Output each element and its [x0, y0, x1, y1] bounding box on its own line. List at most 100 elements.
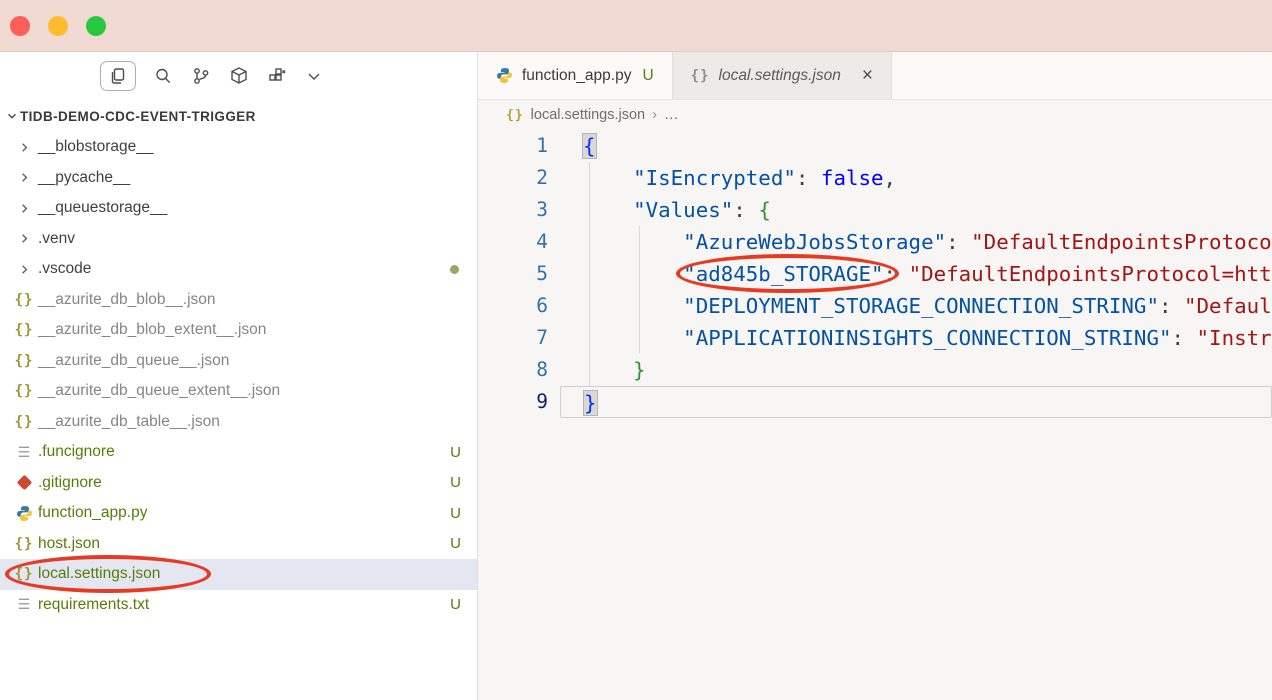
json-file-icon: {} — [12, 566, 36, 582]
code-line-3: 3 "Values": { — [478, 194, 1272, 226]
minimize-window-button[interactable] — [48, 16, 68, 36]
file-name: __azurite_db_table__.json — [38, 413, 220, 431]
tree-item-vscode[interactable]: .vscode — [0, 254, 477, 285]
tree-root-folder[interactable]: TIDB-DEMO-CDC-EVENT-TRIGGER — [0, 100, 477, 132]
modified-dot-badge — [450, 265, 459, 274]
breadcrumb: {} local.settings.json › … — [478, 100, 1272, 130]
file-name: __azurite_db_blob_extent__.json — [38, 321, 266, 339]
code-line-5: 5 "ad845b_STORAGE": "DefaultEndpointsPro… — [478, 258, 1272, 290]
close-window-button[interactable] — [10, 16, 30, 36]
code-line-content[interactable]: } — [560, 386, 1272, 418]
package-icon[interactable] — [228, 65, 250, 87]
tree-item-gitignore[interactable]: .gitignore U — [0, 468, 477, 499]
code-line-content[interactable]: "DEPLOYMENT_STORAGE_CONNECTION_STRING": … — [560, 290, 1272, 322]
tree-item-funcignore[interactable]: ☰.funcignoreU — [0, 437, 477, 468]
line-number: 3 — [478, 194, 560, 226]
file-name: local.settings.json — [38, 565, 160, 583]
code-line-content[interactable]: } — [560, 354, 1272, 386]
vscode-window: TIDB-DEMO-CDC-EVENT-TRIGGER __blobstorag… — [0, 0, 1272, 700]
json-icon: {} — [506, 108, 524, 123]
main-area: TIDB-DEMO-CDC-EVENT-TRIGGER __blobstorag… — [0, 52, 1272, 700]
file-name: __azurite_db_queue__.json — [38, 352, 229, 370]
chevron-right-icon — [12, 201, 36, 216]
file-name: .vscode — [38, 260, 91, 278]
line-number: 8 — [478, 354, 560, 386]
json-file-icon: {} — [12, 536, 36, 552]
chevron-down-icon[interactable] — [304, 66, 324, 86]
tree-item-venv[interactable]: .venv — [0, 224, 477, 255]
git-status-badge: U — [450, 474, 461, 491]
tree-item-queuestorage[interactable]: __queuestorage__ — [0, 193, 477, 224]
tree-item-azurite-db-queue-json[interactable]: {}__azurite_db_queue__.json — [0, 346, 477, 377]
tree-item-azurite-db-queue-extent-json[interactable]: {}__azurite_db_queue_extent__.json — [0, 376, 477, 407]
breadcrumb-separator: › — [652, 107, 657, 123]
file-name: .venv — [38, 230, 75, 248]
json-file-icon: {} — [12, 292, 36, 308]
code-editor[interactable]: 1{2 "IsEncrypted": false,3 "Values": {4 … — [478, 130, 1272, 700]
chevron-right-icon — [12, 170, 36, 185]
tree-item-azurite-db-blob-json[interactable]: {}__azurite_db_blob__.json — [0, 285, 477, 316]
json-file-icon: {} — [12, 353, 36, 369]
tree-item-host-json[interactable]: {}host.json U — [0, 529, 477, 560]
code-line-content[interactable]: "AzureWebJobsStorage": "DefaultEndpoints… — [560, 226, 1272, 258]
line-number: 7 — [478, 322, 560, 354]
file-name: host.json — [38, 535, 100, 553]
chevron-right-icon — [12, 262, 36, 277]
chevron-right-icon — [12, 140, 36, 155]
code-line-content[interactable]: "ad845b_STORAGE": "DefaultEndpointsProto… — [560, 258, 1272, 290]
tab-local-settings-json[interactable]: {} local.settings.json × — [673, 52, 892, 99]
file-name: requirements.txt — [38, 596, 149, 614]
file-name: __pycache__ — [38, 169, 130, 187]
tree-item-blobstorage[interactable]: __blobstorage__ — [0, 132, 477, 163]
file-tree: TIDB-DEMO-CDC-EVENT-TRIGGER __blobstorag… — [0, 100, 477, 700]
line-number: 5 — [478, 258, 560, 290]
source-control-icon[interactable] — [190, 65, 212, 87]
tree-item-azurite-db-blob-extent-json[interactable]: {}__azurite_db_blob_extent__.json — [0, 315, 477, 346]
file-name: .funcignore — [38, 443, 115, 461]
breadcrumb-more[interactable]: … — [664, 107, 679, 123]
git-status-badge: U — [642, 67, 653, 85]
code-line-2: 2 "IsEncrypted": false, — [478, 162, 1272, 194]
file-name: __blobstorage__ — [38, 138, 154, 156]
line-number: 9 — [478, 386, 560, 418]
chevron-right-icon — [12, 231, 36, 246]
code-line-content[interactable]: { — [560, 130, 1272, 162]
tree-item-function-app-py[interactable]: function_app.pyU — [0, 498, 477, 529]
tree-item-pycache[interactable]: __pycache__ — [0, 163, 477, 194]
code-line-content[interactable]: "APPLICATIONINSIGHTS_CONNECTION_STRING":… — [560, 322, 1272, 354]
lines-file-icon: ☰ — [12, 596, 36, 613]
editor-area: function_app.py U {} local.settings.json × {… — [478, 52, 1272, 700]
close-icon[interactable]: × — [862, 66, 873, 85]
tree-item-requirements-txt[interactable]: ☰requirements.txtU — [0, 590, 477, 621]
lines-file-icon: ☰ — [12, 444, 36, 461]
extensions-icon[interactable] — [266, 65, 288, 87]
tab-bar: function_app.py U {} local.settings.json × — [478, 52, 1272, 100]
tab-label: function_app.py — [522, 67, 631, 85]
code-line-1: 1{ — [478, 130, 1272, 162]
code-line-content[interactable]: "Values": { — [560, 194, 1272, 226]
json-file-icon: {} — [12, 414, 36, 430]
code-line-content[interactable]: "IsEncrypted": false, — [560, 162, 1272, 194]
line-number: 2 — [478, 162, 560, 194]
tab-function-app-py[interactable]: function_app.py U — [478, 52, 673, 99]
tab-label: local.settings.json — [719, 67, 841, 85]
tree-item-azurite-db-table-json[interactable]: {}__azurite_db_table__.json — [0, 407, 477, 438]
code-line-4: 4 "AzureWebJobsStorage": "DefaultEndpoin… — [478, 226, 1272, 258]
pages-icon[interactable] — [100, 61, 136, 91]
json-icon: {} — [691, 67, 710, 85]
breadcrumb-file[interactable]: local.settings.json — [531, 107, 645, 123]
file-name: __queuestorage__ — [38, 199, 167, 217]
line-number: 4 — [478, 226, 560, 258]
zoom-window-button[interactable] — [86, 16, 106, 36]
git-status-badge: U — [450, 505, 461, 522]
tree-item-local-settings-json[interactable]: {}local.settings.json — [0, 559, 477, 590]
search-icon[interactable] — [152, 65, 174, 87]
python-icon — [496, 67, 513, 84]
root-folder-label: TIDB-DEMO-CDC-EVENT-TRIGGER — [20, 109, 256, 124]
line-number: 1 — [478, 130, 560, 162]
code-line-7: 7 "APPLICATIONINSIGHTS_CONNECTION_STRING… — [478, 322, 1272, 354]
line-number: 6 — [478, 290, 560, 322]
git-status-badge: U — [450, 535, 461, 552]
chevron-down-icon — [4, 109, 20, 123]
file-name: .gitignore — [38, 474, 102, 492]
